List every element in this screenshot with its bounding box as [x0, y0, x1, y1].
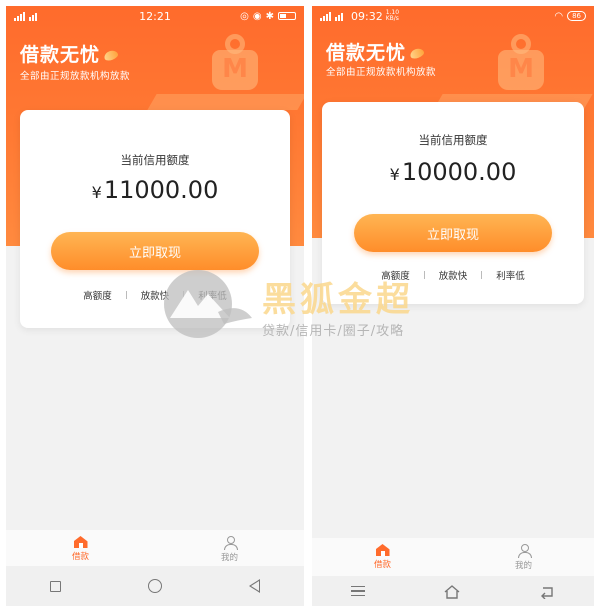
home-button-icon[interactable]	[444, 584, 460, 599]
flame-icon	[102, 48, 120, 63]
feature-low-rate: 利率低	[496, 271, 525, 282]
feature-fast-loan: 放款快	[438, 271, 468, 282]
feature-list: 高额度 放款快 利率低	[20, 288, 290, 302]
battery-icon	[278, 12, 296, 20]
credit-card-panel: 当前信用额度 ¥11000.00 立即取现 高额度 放款快 利率低	[20, 110, 290, 328]
signal-icon	[320, 11, 331, 21]
home-icon	[375, 544, 390, 556]
credit-limit-label: 当前信用额度	[418, 133, 488, 147]
feature-fast-loan: 放款快	[140, 291, 170, 302]
tab-bar: 借款 我的	[6, 530, 304, 568]
brand-subtitle: 全部由正规放款机构放款	[326, 67, 437, 78]
credit-card-panel: 当前信用额度 ¥10000.00 立即取现 高额度 放款快 利率低	[322, 102, 584, 304]
withdraw-now-button[interactable]: 立即取现	[354, 214, 552, 252]
tab-loan[interactable]: 借款	[6, 530, 155, 568]
currency-symbol: ¥	[91, 183, 102, 202]
withdraw-now-button[interactable]: 立即取现	[51, 232, 259, 270]
battery-icon: 86	[567, 11, 586, 21]
tab-loan[interactable]: 借款	[312, 538, 453, 576]
back-icon[interactable]	[539, 584, 555, 600]
credit-amount: ¥10000.00	[389, 158, 517, 186]
home-button-icon[interactable]	[147, 579, 162, 593]
feature-high-limit: 高额度	[381, 271, 410, 282]
tab-bar: 借款 我的	[312, 538, 594, 576]
credit-limit-label: 当前信用额度	[120, 153, 190, 167]
status-bar: 12:21 ◎ ◉ ✱	[6, 6, 304, 26]
person-icon	[223, 535, 238, 550]
status-time: 09:32	[351, 9, 383, 23]
wifi-icon: ◠	[554, 10, 564, 22]
credit-amount: ¥11000.00	[91, 176, 219, 204]
flame-icon	[408, 46, 426, 61]
network-speed: 1.10 KB/s	[385, 9, 400, 22]
left-phone-screen: 12:21 ◎ ◉ ✱ 借款无忧 全部由正规放款机构放款 当前信用额度 ¥110…	[6, 6, 304, 606]
signal-icon-2	[335, 11, 343, 21]
feature-low-rate: 利率低	[198, 291, 227, 302]
person-icon	[517, 543, 532, 558]
brand-subtitle: 全部由正规放款机构放款	[20, 71, 131, 82]
right-phone-screen: 09:32 1.10 KB/s ◠ 86 借款无忧 全部由正规放款机构放款 当前…	[312, 6, 594, 606]
system-nav-bar	[312, 576, 594, 606]
brand-title: 借款无忧	[20, 40, 120, 67]
currency-symbol: ¥	[389, 165, 400, 184]
feature-high-limit: 高额度	[83, 291, 112, 302]
system-nav-bar	[6, 566, 304, 606]
home-icon	[73, 536, 88, 548]
status-bar: 09:32 1.10 KB/s ◠ 86	[312, 6, 594, 26]
status-time: 12:21	[139, 9, 171, 23]
tab-mine[interactable]: 我的	[155, 530, 304, 568]
menu-icon[interactable]	[351, 586, 366, 596]
brand-title: 借款无忧	[326, 38, 426, 65]
recent-apps-icon[interactable]	[49, 580, 61, 592]
back-icon[interactable]	[249, 579, 261, 593]
tab-mine[interactable]: 我的	[453, 538, 594, 576]
feature-list: 高额度 放款快 利率低	[322, 268, 584, 282]
